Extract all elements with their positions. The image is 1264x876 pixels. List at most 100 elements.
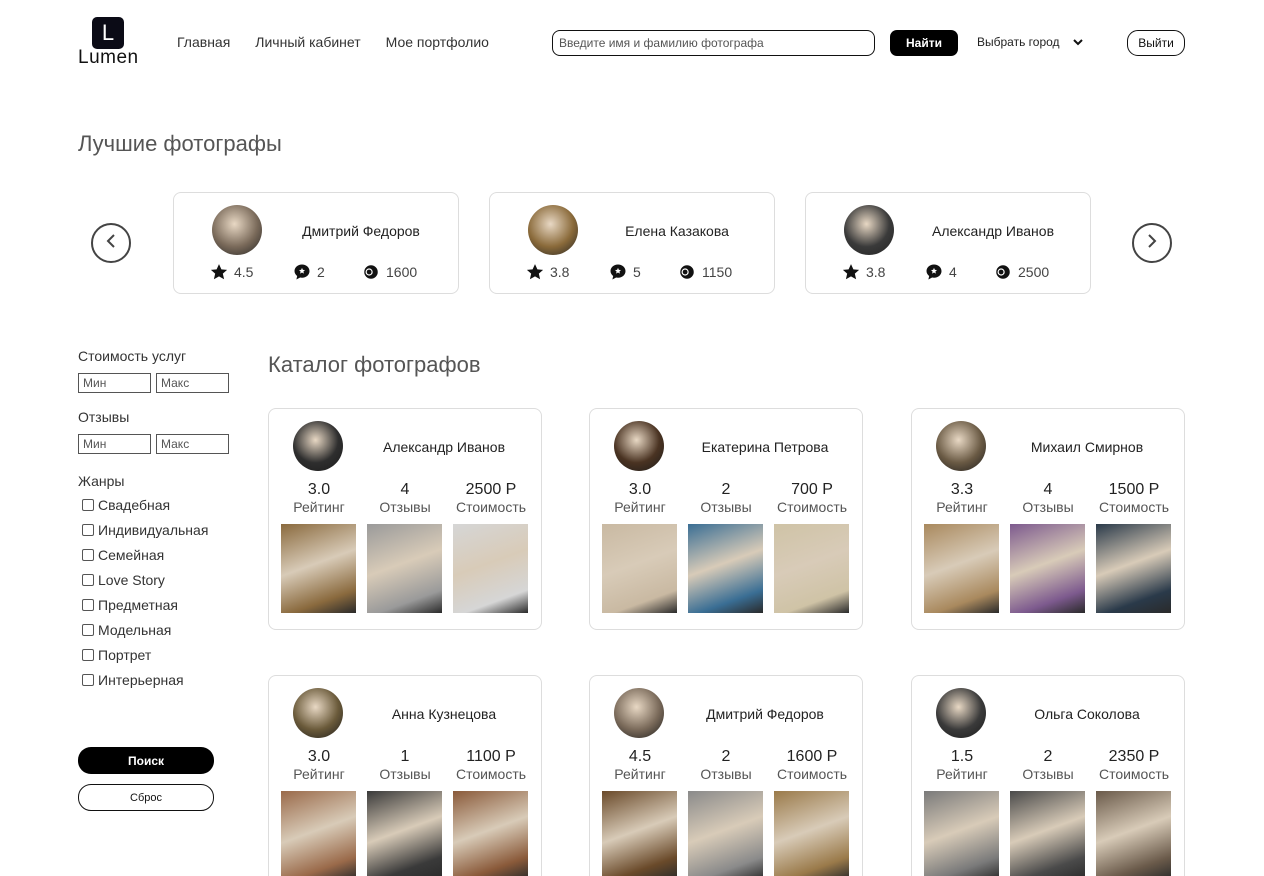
- reviews-value: 1: [400, 748, 410, 765]
- coins-stat: 1150: [678, 263, 732, 281]
- logo[interactable]: L Lumen: [78, 17, 142, 69]
- portfolio-photo[interactable]: [774, 524, 849, 613]
- city-select[interactable]: Выбрать город: [977, 35, 1083, 49]
- price-value: 1600 Р: [786, 748, 838, 765]
- rating-label: Рейтинг: [293, 766, 345, 782]
- filter-search-button[interactable]: Поиск: [78, 747, 214, 774]
- portfolio-photo[interactable]: [924, 524, 999, 613]
- portfolio-photo[interactable]: [1010, 524, 1085, 613]
- portfolio-photo[interactable]: [367, 791, 442, 876]
- logout-button[interactable]: Выйти: [1127, 30, 1185, 56]
- top-photographer-card[interactable]: Дмитрий Федоров 4.5 2 1600: [173, 192, 459, 294]
- genre-checkbox[interactable]: Свадебная: [82, 492, 238, 517]
- genre-checkbox[interactable]: Семейная: [82, 542, 238, 567]
- nav-home[interactable]: Главная: [177, 34, 230, 50]
- checkbox[interactable]: [82, 523, 94, 536]
- reviews-stat: 2 Отзывы: [684, 481, 768, 515]
- portfolio-photo[interactable]: [281, 791, 356, 876]
- reviews-value: 2: [721, 748, 731, 765]
- rating-label: Рейтинг: [614, 766, 666, 782]
- reviews-stat: 5: [609, 263, 641, 281]
- logo-mark: L: [92, 17, 124, 49]
- checkbox[interactable]: [82, 498, 94, 511]
- logo-text: Lumen: [78, 47, 139, 68]
- filter-reset-button[interactable]: Сброс: [78, 784, 214, 811]
- price-max-input[interactable]: [156, 373, 229, 393]
- photographer-name: Александр Иванов: [931, 223, 1055, 239]
- photographer-search-input[interactable]: [552, 30, 875, 56]
- catalog-photographer-card[interactable]: Ольга Соколова 1.5 Рейтинг 2 Отзывы 2350 Р Сто…: [911, 675, 1185, 876]
- catalog-photographer-card[interactable]: Анна Кузнецова 3.0 Рейтинг 1 Отзывы 1100 Р Сто…: [268, 675, 542, 876]
- catalog-photographer-card[interactable]: Екатерина Петрова 3.0 Рейтинг 2 Отзывы 700 РС…: [589, 408, 863, 630]
- portfolio-photo[interactable]: [1096, 524, 1171, 613]
- portfolio-photo[interactable]: [688, 524, 763, 613]
- checkbox[interactable]: [82, 673, 94, 686]
- price-min-input[interactable]: [78, 373, 151, 393]
- rating-stat: 1.5 Рейтинг: [920, 748, 1004, 782]
- price-stat: 1600 Р Стоимость: [770, 748, 854, 782]
- genre-label: Свадебная: [98, 496, 171, 513]
- genre-checkbox[interactable]: Модельная: [82, 617, 238, 642]
- find-button[interactable]: Найти: [890, 30, 958, 56]
- genre-checkbox[interactable]: Интерьерная: [82, 667, 238, 692]
- reviews-stat: 4 Отзывы: [363, 481, 447, 515]
- carousel-prev-button[interactable]: [91, 223, 131, 263]
- genre-label: Индивидуальная: [98, 521, 209, 538]
- portfolio-photo[interactable]: [367, 524, 442, 613]
- checkbox[interactable]: [82, 548, 94, 561]
- photographer-name: Дмитрий Федоров: [706, 706, 824, 722]
- coins-stat: 2500: [994, 263, 1049, 281]
- portfolio-photo[interactable]: [602, 791, 677, 876]
- price-stat: 700 Р Стоимость: [770, 481, 854, 515]
- carousel-next-button[interactable]: [1132, 223, 1172, 263]
- reviews-max-input[interactable]: [156, 434, 229, 454]
- top-photographer-card[interactable]: Александр Иванов 3.8 4 2500: [805, 192, 1091, 294]
- portfolio-photo[interactable]: [453, 524, 528, 613]
- catalog-photographer-card[interactable]: Михаил Смирнов 3.3 Рейтинг 4 Отзывы 1500 Р Сто…: [911, 408, 1185, 630]
- portfolio-photo[interactable]: [281, 524, 356, 613]
- price-label: Стоимость: [776, 766, 848, 782]
- portfolio-photo[interactable]: [602, 524, 677, 613]
- rating-value: 3.0: [628, 481, 652, 498]
- reviews-min-input[interactable]: [78, 434, 151, 454]
- portfolio-photo[interactable]: [1010, 791, 1085, 876]
- star-icon: [210, 263, 228, 281]
- reviews-stat: 4: [925, 263, 957, 281]
- portfolio-photo[interactable]: [774, 791, 849, 876]
- avatar: [293, 421, 343, 471]
- star-icon: [526, 263, 544, 281]
- nav-account[interactable]: Личный кабинет: [255, 34, 360, 50]
- avatar: [936, 421, 986, 471]
- reviews-value: 2: [1043, 748, 1053, 765]
- avatar: [614, 688, 664, 738]
- photographer-name: Михаил Смирнов: [1030, 439, 1144, 455]
- portfolio-photo[interactable]: [453, 791, 528, 876]
- catalog-photographer-card[interactable]: Дмитрий Федоров 4.5 Рейтинг 2 Отзывы 1600 Р Ст…: [589, 675, 863, 876]
- genre-label: Интерьерная: [98, 671, 184, 688]
- coins-value: 1150: [702, 264, 733, 280]
- checkbox[interactable]: [82, 598, 94, 611]
- checkbox[interactable]: [82, 573, 94, 586]
- genre-checkbox[interactable]: Предметная: [82, 592, 238, 617]
- checkbox[interactable]: [82, 648, 94, 661]
- genre-checkbox[interactable]: Love Story: [82, 567, 238, 592]
- portfolio-photo[interactable]: [924, 791, 999, 876]
- catalog-title: Каталог фотографов: [268, 352, 481, 377]
- top-photographer-card[interactable]: Елена Казакова 3.8 5 1150: [489, 192, 775, 294]
- genre-checkbox[interactable]: Портрет: [82, 642, 238, 667]
- avatar: [528, 205, 578, 255]
- reviews-stat: 1 Отзывы: [363, 748, 447, 782]
- avatar: [212, 205, 262, 255]
- checkbox[interactable]: [82, 623, 94, 636]
- nav-portfolio[interactable]: Мое портфолио: [386, 34, 489, 50]
- rating-label: Рейтинг: [936, 766, 988, 782]
- genre-checkbox[interactable]: Индивидуальная: [82, 517, 238, 542]
- genres-label: Жанры: [78, 473, 125, 489]
- rating-stat: 4.5 Рейтинг: [598, 748, 682, 782]
- portfolio-photo[interactable]: [1096, 791, 1171, 876]
- rating-value: 3.3: [950, 481, 974, 498]
- rating-label: Рейтинг: [936, 499, 988, 515]
- photographer-name: Анна Кузнецова: [391, 706, 497, 722]
- portfolio-photo[interactable]: [688, 791, 763, 876]
- catalog-photographer-card[interactable]: Александр Иванов 3.0 Рейтинг 4 Отзывы 2500 РС…: [268, 408, 542, 630]
